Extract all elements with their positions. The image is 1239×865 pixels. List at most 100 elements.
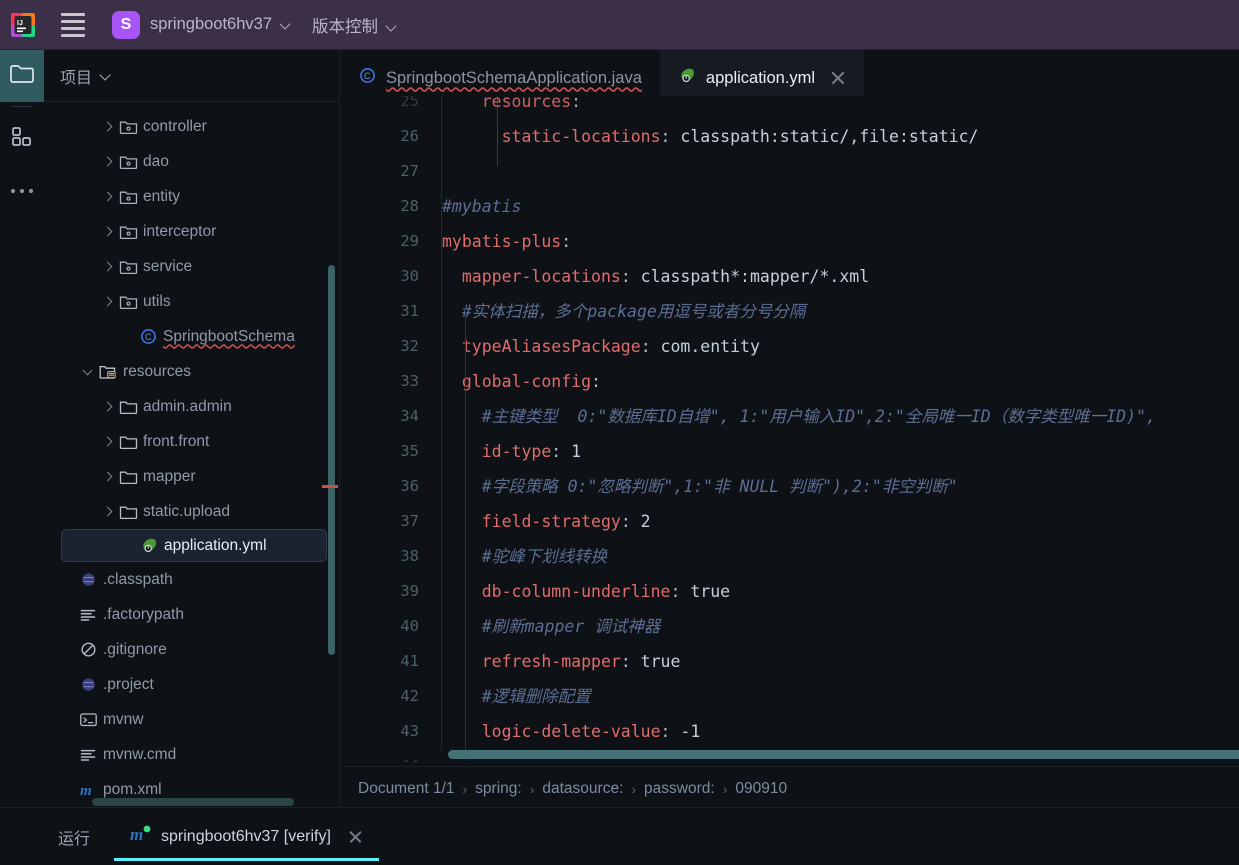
- run-configuration-label: springboot6hv37 [verify]: [161, 827, 331, 845]
- code-token: :: [561, 232, 572, 251]
- tree-item[interactable]: dao: [44, 144, 339, 179]
- code-token: typeAliasesPackage: [442, 337, 641, 356]
- chevron-right-icon[interactable]: [98, 121, 116, 132]
- code-line[interactable]: static-locations: classpath:static/,file…: [442, 119, 1239, 154]
- chevron-right-icon[interactable]: [98, 401, 116, 412]
- gitignore-icon: [76, 641, 100, 658]
- project-file-tree[interactable]: controller dao entity interceptor service uti…: [44, 103, 339, 814]
- text-file-icon: [76, 746, 100, 763]
- code-line[interactable]: id-type: 1: [442, 434, 1239, 469]
- editor-tab-label: application.yml: [705, 68, 816, 87]
- code-line[interactable]: mybatis-plus:: [442, 224, 1239, 259]
- structure-tool-button[interactable]: [0, 113, 44, 165]
- chevron-right-icon[interactable]: [98, 261, 116, 272]
- project-tool-button[interactable]: [0, 50, 44, 102]
- editor-horizontal-scrollbar[interactable]: [448, 750, 1239, 759]
- tree-item[interactable]: .gitignore: [44, 632, 339, 667]
- line-number: 26: [400, 127, 419, 145]
- line-number: 32: [400, 337, 419, 355]
- tree-item-label: utils: [143, 292, 171, 310]
- tree-item[interactable]: .factorypath: [44, 597, 339, 632]
- code-line[interactable]: field-strategy: 2: [442, 504, 1239, 539]
- svg-text:C: C: [145, 332, 152, 342]
- tree-item[interactable]: service: [44, 249, 339, 284]
- chevron-right-icon[interactable]: [98, 191, 116, 202]
- tree-item[interactable]: front.front: [44, 424, 339, 459]
- chevron-right-icon[interactable]: [98, 156, 116, 167]
- tree-item[interactable]: controller: [44, 109, 339, 144]
- line-number: 43: [400, 722, 419, 740]
- breadcrumb[interactable]: Document 1/1 › spring: › datasource: › passwor…: [340, 766, 1239, 810]
- project-tree-horizontal-scrollbar[interactable]: [92, 798, 294, 806]
- code-line[interactable]: #逻辑删除配置: [442, 679, 1239, 714]
- code-line[interactable]: #驼峰下划线转换: [442, 539, 1239, 574]
- vcs-menu[interactable]: 版本控制: [312, 13, 398, 37]
- more-tools-button[interactable]: [0, 165, 44, 217]
- code-editor[interactable]: 25 26 27 28 29 30 31 32 33 34 35 36 37 38 39 40 41 42 43 44…: [340, 96, 1239, 762]
- tree-item[interactable]: C SpringbootSchema: [44, 319, 339, 354]
- chevron-right-icon[interactable]: [98, 436, 116, 447]
- chevron-down-icon[interactable]: [78, 365, 96, 375]
- tree-item[interactable]: admin.admin: [44, 389, 339, 424]
- folder-icon: [116, 468, 140, 485]
- line-number: 31: [400, 302, 419, 320]
- code-line[interactable]: #主键类型 0:"数据库ID自增", 1:"用户输入ID",2:"全局唯一ID（…: [442, 399, 1239, 434]
- breadcrumb-item[interactable]: spring:: [475, 780, 522, 798]
- tree-item[interactable]: .project: [44, 667, 339, 702]
- code-line[interactable]: db-column-underline: true: [442, 574, 1239, 609]
- project-tree-vertical-scrollbar[interactable]: [328, 265, 335, 655]
- code-line[interactable]: #实体扫描，多个package用逗号或者分号分隔: [442, 294, 1239, 329]
- project-avatar[interactable]: S: [112, 10, 140, 39]
- code-line[interactable]: #mybatis: [442, 189, 1239, 224]
- breadcrumb-item[interactable]: datasource:: [542, 780, 623, 798]
- chevron-right-icon[interactable]: [98, 226, 116, 237]
- code-token: resources: [442, 96, 572, 111]
- tree-item-selected[interactable]: application.yml: [61, 529, 327, 562]
- project-name-label: springboot6hv37: [150, 15, 273, 33]
- package-folder-icon: [116, 153, 140, 170]
- chevron-right-icon[interactable]: [98, 506, 116, 517]
- tree-item[interactable]: utils: [44, 284, 339, 319]
- svg-text:C: C: [364, 71, 371, 81]
- tree-item-label: entity: [143, 187, 181, 205]
- tree-item-label: pom.xml: [103, 780, 162, 798]
- tree-item[interactable]: resources: [44, 354, 339, 389]
- breadcrumb-item[interactable]: password:: [644, 780, 715, 798]
- breadcrumb-item[interactable]: Document 1/1: [358, 780, 455, 798]
- chevron-right-icon[interactable]: [98, 296, 116, 307]
- chevron-right-icon[interactable]: [98, 471, 116, 482]
- code-line[interactable]: mapper-locations: classpath*:mapper/*.xm…: [442, 259, 1239, 294]
- breadcrumb-item[interactable]: 090910: [735, 780, 787, 798]
- code-text-area[interactable]: resources: static-locations: classpath:s…: [442, 96, 1239, 762]
- hamburger-menu-icon[interactable]: [56, 8, 90, 42]
- code-token: refresh-mapper: [442, 652, 621, 671]
- code-token: :: [571, 96, 582, 111]
- code-line[interactable]: resources:: [442, 96, 1239, 119]
- tree-item[interactable]: .classpath: [44, 562, 339, 597]
- code-line[interactable]: global-config:: [442, 364, 1239, 399]
- tree-item[interactable]: entity: [44, 179, 339, 214]
- close-icon[interactable]: [830, 70, 846, 86]
- code-line[interactable]: logic-delete-value: -1: [442, 714, 1239, 749]
- close-icon[interactable]: [348, 829, 363, 844]
- tree-item[interactable]: mvnw.cmd: [44, 737, 339, 772]
- code-token: classpath*:mapper/*.xml: [630, 267, 870, 286]
- run-configuration-tab[interactable]: m springboot6hv37 [verify]: [114, 808, 379, 865]
- tree-item[interactable]: mvnw: [44, 702, 339, 737]
- code-line[interactable]: typeAliasesPackage: com.entity: [442, 329, 1239, 364]
- code-line[interactable]: refresh-mapper: true: [442, 644, 1239, 679]
- line-number: 41: [400, 652, 419, 670]
- tree-item[interactable]: interceptor: [44, 214, 339, 249]
- project-panel-header[interactable]: 项目: [44, 50, 339, 102]
- tree-item-label: dao: [143, 152, 169, 170]
- tree-item[interactable]: static.upload: [44, 494, 339, 529]
- project-name-selector[interactable]: springboot6hv37: [150, 15, 292, 34]
- svg-text:m: m: [80, 783, 92, 798]
- code-line[interactable]: [442, 154, 1239, 189]
- tree-item-label: .classpath: [103, 570, 173, 588]
- line-number: 37: [400, 512, 419, 530]
- code-line[interactable]: #刷新mapper 调试神器: [442, 609, 1239, 644]
- tree-item[interactable]: mapper: [44, 459, 339, 494]
- line-number: 29: [400, 232, 419, 250]
- code-line[interactable]: #字段策略 0:"忽略判断",1:"非 NULL 判断"),2:"非空判断": [442, 469, 1239, 504]
